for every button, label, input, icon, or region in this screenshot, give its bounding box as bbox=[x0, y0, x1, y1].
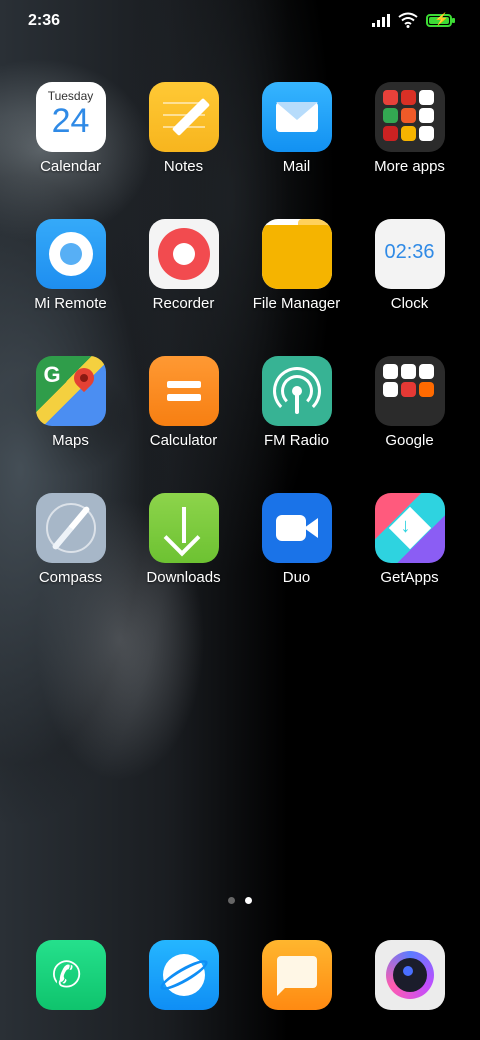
clock-digits: 02:36 bbox=[384, 241, 435, 263]
app-recorder[interactable]: Recorder bbox=[127, 219, 240, 312]
app-label: Google bbox=[385, 432, 434, 449]
app-label: GetApps bbox=[380, 569, 439, 586]
video-camera-icon bbox=[261, 493, 332, 563]
dock-messages[interactable] bbox=[240, 940, 353, 1010]
app-label: Calculator bbox=[149, 432, 218, 449]
message-icon bbox=[261, 940, 332, 1010]
app-label: Recorder bbox=[152, 295, 215, 312]
dock-phone[interactable]: ✆ bbox=[14, 940, 127, 1010]
wifi-icon bbox=[398, 12, 418, 28]
app-mail[interactable]: Mail bbox=[240, 82, 353, 175]
status-icons: ⚡ bbox=[372, 12, 455, 28]
app-label: Downloads bbox=[146, 569, 221, 586]
app-clock[interactable]: 02:36 Clock bbox=[353, 219, 466, 312]
calendar-icon: Tuesday 24 bbox=[35, 82, 106, 152]
folder-more-apps[interactable]: More apps bbox=[353, 82, 466, 175]
app-fm-radio[interactable]: FM Radio bbox=[240, 356, 353, 449]
getapps-icon: ↓ bbox=[374, 493, 445, 563]
app-label: Maps bbox=[52, 432, 89, 449]
camera-icon bbox=[374, 940, 445, 1010]
folder-google[interactable]: Google bbox=[353, 356, 466, 449]
app-maps[interactable]: G Maps bbox=[14, 356, 127, 449]
download-icon bbox=[148, 493, 219, 563]
app-label: Compass bbox=[38, 569, 103, 586]
compass-icon bbox=[35, 493, 106, 563]
app-file-manager[interactable]: File Manager bbox=[240, 219, 353, 312]
maps-icon: G bbox=[35, 356, 106, 426]
app-downloads[interactable]: Downloads bbox=[127, 493, 240, 586]
calendar-day: 24 bbox=[51, 102, 90, 140]
remote-icon bbox=[35, 219, 106, 289]
calculator-icon bbox=[148, 356, 219, 426]
dock-camera[interactable] bbox=[353, 940, 466, 1010]
folder-icon bbox=[374, 356, 445, 426]
app-duo[interactable]: Duo bbox=[240, 493, 353, 586]
mail-icon bbox=[261, 82, 332, 152]
radio-icon bbox=[261, 356, 332, 426]
folder-icon bbox=[374, 82, 445, 152]
app-getapps[interactable]: ↓ GetApps bbox=[353, 493, 466, 586]
folder-file-icon bbox=[261, 219, 332, 289]
clock-icon: 02:36 bbox=[374, 219, 445, 289]
status-time: 2:36 bbox=[28, 12, 61, 29]
page-dot[interactable] bbox=[228, 897, 235, 904]
app-label: FM Radio bbox=[263, 432, 330, 449]
app-label: File Manager bbox=[252, 295, 341, 312]
app-label: Clock bbox=[390, 295, 429, 312]
app-calculator[interactable]: Calculator bbox=[127, 356, 240, 449]
app-label: Duo bbox=[282, 569, 311, 586]
app-calendar[interactable]: Tuesday 24 Calendar bbox=[14, 82, 127, 175]
status-bar: 2:36 ⚡ bbox=[0, 0, 480, 44]
dock-browser[interactable] bbox=[127, 940, 240, 1010]
page-dot-active[interactable] bbox=[245, 897, 252, 904]
app-notes[interactable]: Notes bbox=[127, 82, 240, 175]
app-mi-remote[interactable]: Mi Remote bbox=[14, 219, 127, 312]
app-label: Mail bbox=[282, 158, 311, 175]
app-compass[interactable]: Compass bbox=[14, 493, 127, 586]
recorder-icon bbox=[148, 219, 219, 289]
calendar-weekday: Tuesday bbox=[47, 89, 94, 103]
browser-icon bbox=[148, 940, 219, 1010]
phone-icon: ✆ bbox=[35, 940, 106, 1010]
page-indicator bbox=[0, 897, 480, 904]
battery-charging-icon: ⚡ bbox=[426, 12, 455, 27]
app-label: Notes bbox=[163, 158, 204, 175]
app-label: Mi Remote bbox=[34, 295, 107, 312]
app-label: More apps bbox=[374, 158, 445, 175]
app-label: Calendar bbox=[40, 158, 101, 175]
notes-icon bbox=[148, 82, 219, 152]
signal-icon bbox=[372, 13, 390, 27]
